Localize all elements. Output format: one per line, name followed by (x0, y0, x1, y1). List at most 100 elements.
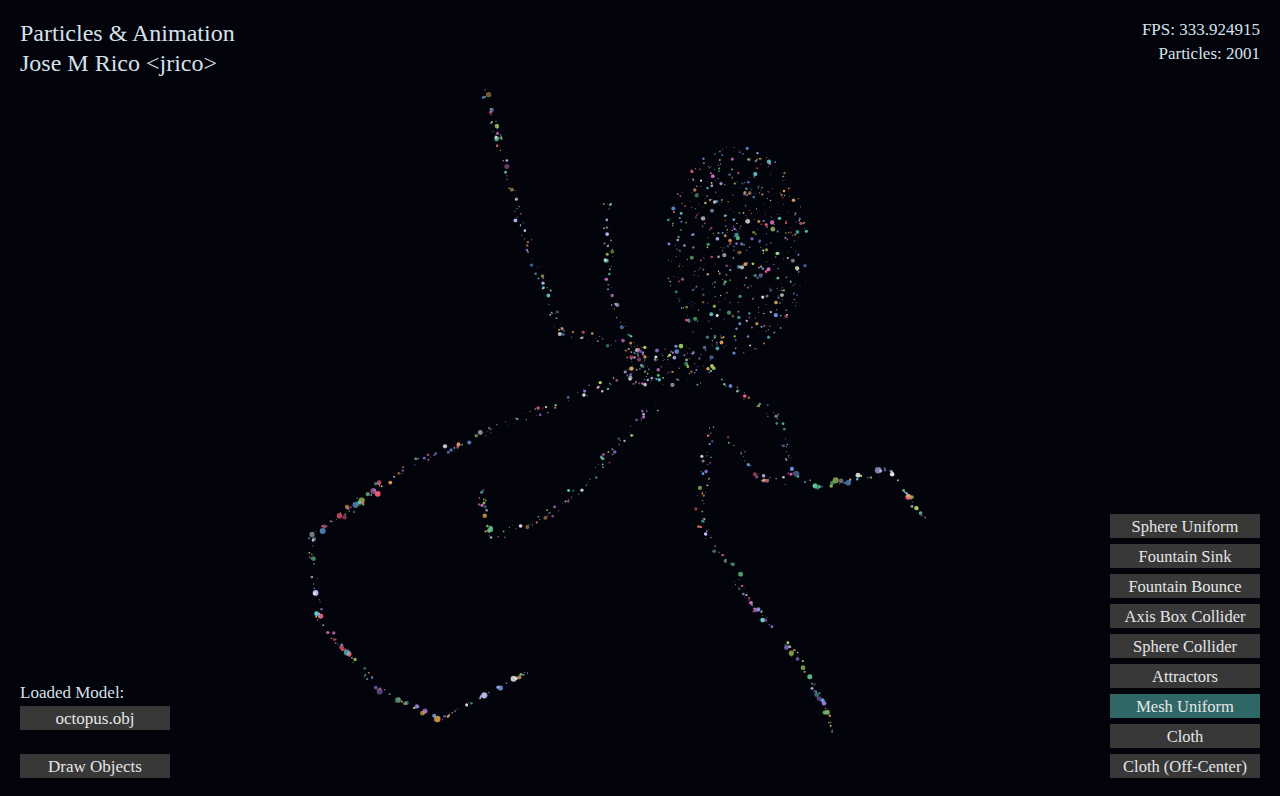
particle (361, 502, 364, 505)
particle (764, 618, 767, 621)
particle (610, 384, 611, 385)
particle (718, 271, 719, 272)
particle (794, 240, 795, 241)
particle (673, 356, 677, 360)
particle (641, 418, 642, 419)
mode-button[interactable]: Mesh Uniform (1110, 694, 1260, 718)
particle (660, 353, 662, 355)
particle (744, 451, 745, 452)
particle (869, 476, 871, 478)
particle (688, 347, 690, 349)
particle (712, 340, 714, 342)
particle (704, 202, 706, 204)
particle (765, 304, 767, 306)
particle (609, 268, 611, 270)
particle (714, 296, 716, 298)
particle (786, 451, 787, 452)
particle (754, 477, 756, 479)
particle (701, 206, 703, 208)
particle (774, 219, 776, 221)
mode-button[interactable]: Sphere Uniform (1110, 514, 1260, 538)
particle (714, 263, 716, 265)
particle (555, 312, 557, 314)
particle (625, 325, 627, 327)
particle (704, 198, 706, 200)
particle (756, 167, 758, 169)
particle (732, 257, 734, 259)
particle (527, 672, 529, 674)
mode-button[interactable]: Axis Box Collider (1110, 604, 1260, 628)
particle (735, 348, 736, 349)
particle (741, 237, 743, 239)
particle (520, 224, 521, 225)
particle (794, 299, 795, 300)
particle (743, 587, 745, 589)
particle (720, 163, 721, 164)
particle (771, 625, 774, 628)
particle (700, 185, 702, 187)
particle (536, 414, 538, 416)
particle (551, 515, 553, 517)
particle (532, 520, 534, 522)
particle (710, 364, 714, 368)
particle (757, 405, 760, 408)
particle (655, 349, 659, 353)
mode-button[interactable]: Fountain Sink (1110, 544, 1260, 568)
mode-button[interactable]: Cloth (1110, 724, 1260, 748)
particle (591, 332, 593, 334)
particle (845, 480, 851, 486)
particle (567, 396, 570, 399)
particle (604, 242, 606, 244)
particle (702, 158, 704, 160)
particle (719, 309, 721, 311)
particle (751, 213, 752, 214)
particle (697, 366, 698, 367)
particle (309, 532, 314, 537)
particle (705, 433, 707, 435)
particle (768, 191, 769, 192)
particle (907, 494, 910, 497)
particle (580, 337, 582, 339)
particle (662, 360, 664, 362)
particle (527, 241, 529, 243)
particle (850, 479, 851, 480)
particle-viewport[interactable] (0, 0, 1280, 796)
particle (777, 214, 778, 215)
particle (748, 317, 750, 319)
particle (756, 152, 758, 154)
model-label: Loaded Model: (20, 682, 170, 704)
particle (427, 454, 430, 457)
particle (709, 443, 711, 445)
draw-objects-button[interactable]: Draw Objects (20, 754, 170, 778)
mode-button[interactable]: Cloth (Off-Center) (1110, 754, 1260, 778)
particle (760, 611, 762, 613)
particle (683, 354, 685, 356)
particle (633, 435, 634, 436)
particle (752, 262, 755, 265)
particle (774, 301, 778, 305)
mode-button[interactable]: Fountain Bounce (1110, 574, 1260, 598)
particle (724, 247, 725, 248)
particle (708, 478, 710, 480)
particle (738, 302, 739, 303)
particle (641, 347, 643, 349)
particle (562, 502, 564, 504)
particle (721, 379, 723, 381)
particle (541, 281, 544, 284)
particle (774, 161, 776, 163)
particle (747, 397, 749, 399)
mode-button[interactable]: Sphere Collider (1110, 634, 1260, 658)
particle (746, 320, 748, 322)
particle (676, 256, 677, 257)
particle (749, 246, 750, 247)
particle (649, 378, 650, 379)
model-button[interactable]: octopus.obj (20, 706, 170, 730)
particle (337, 644, 338, 645)
particle (673, 276, 675, 278)
particle (599, 381, 602, 384)
mode-button[interactable]: Attractors (1110, 664, 1260, 688)
particle (669, 281, 671, 283)
particle (490, 428, 492, 430)
particle (698, 203, 700, 205)
particle (668, 363, 670, 365)
